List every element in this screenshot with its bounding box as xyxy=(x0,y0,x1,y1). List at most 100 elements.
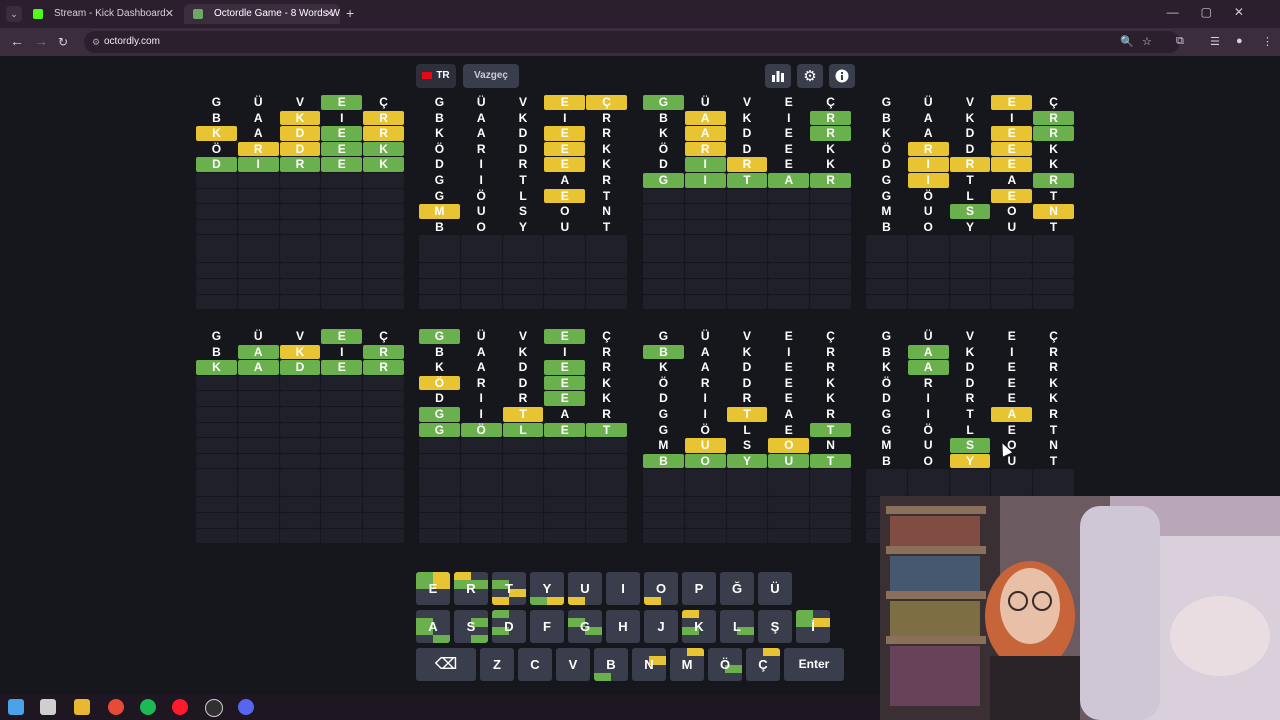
empty-tile xyxy=(321,375,363,391)
key-label: P xyxy=(694,581,704,596)
key-ö[interactable]: Ö xyxy=(708,648,742,681)
key-u[interactable]: U xyxy=(568,572,602,605)
key-j[interactable]: J xyxy=(644,610,678,643)
tab-octordle[interactable]: Octordle Game - 8 Words Word ✕ xyxy=(184,4,340,24)
key-ş[interactable]: Ş xyxy=(758,610,792,643)
key-v[interactable]: V xyxy=(556,648,590,681)
letter-tile: E xyxy=(784,157,793,172)
empty-tile xyxy=(279,235,321,263)
tab-search-icon[interactable]: ⌄ xyxy=(6,6,22,22)
empty-tile xyxy=(237,294,279,310)
guess-row: GÜVEÇ xyxy=(419,95,627,111)
empty-tile xyxy=(643,528,684,544)
zoom-icon[interactable]: 🔍 xyxy=(1120,35,1134,48)
key-h[interactable]: H xyxy=(606,610,640,643)
empty-tile xyxy=(237,375,279,391)
url-field[interactable]: ⚙ octordly.com xyxy=(84,31,1180,53)
key-label: U xyxy=(580,581,590,596)
key-label: I xyxy=(621,581,625,596)
key-i̇[interactable]: İ xyxy=(796,610,830,643)
key-p[interactable]: P xyxy=(682,572,716,605)
close-tab-icon[interactable]: ✕ xyxy=(325,4,334,24)
key-c[interactable]: C xyxy=(518,648,552,681)
settings-button[interactable]: ⚙ xyxy=(797,64,823,88)
guess-row: GÜVEÇ xyxy=(643,95,851,111)
key-z[interactable]: Z xyxy=(480,648,514,681)
empty-tile xyxy=(460,469,502,497)
board-7: GÜVEÇBAKIRKADERÖRDEKDIREKGITARGÖLETMUSON… xyxy=(643,329,851,544)
discord-icon[interactable] xyxy=(238,699,254,715)
guess-row: GITAR xyxy=(643,172,851,189)
empty-tile xyxy=(991,278,1033,294)
info-button[interactable] xyxy=(829,64,855,88)
enter-key[interactable]: Enter xyxy=(784,648,844,681)
back-icon[interactable]: ← xyxy=(10,33,24,49)
key-o[interactable]: O xyxy=(644,572,678,605)
key-e[interactable]: E xyxy=(416,572,450,605)
letter-tile: G xyxy=(419,422,460,438)
guess-row xyxy=(643,204,851,220)
empty-tile xyxy=(810,497,851,512)
guess-row: BAKIR xyxy=(866,344,1074,361)
letter-tile: I xyxy=(703,406,707,421)
windows-start-icon[interactable] xyxy=(8,699,24,715)
letter-tile: D xyxy=(435,391,444,406)
key-m[interactable]: M xyxy=(670,648,704,681)
key-r[interactable]: R xyxy=(454,572,488,605)
extensions-icon[interactable]: ⧉ xyxy=(1176,35,1184,48)
empty-tile xyxy=(643,188,684,204)
key-s[interactable]: S xyxy=(454,610,488,643)
guess-row: GÜVEÇ xyxy=(866,329,1074,345)
letter-tile: B xyxy=(882,344,891,359)
forward-icon[interactable]: → xyxy=(34,33,48,49)
key-ü[interactable]: Ü xyxy=(758,572,792,605)
reading-list-icon[interactable]: ☰ xyxy=(1210,35,1220,48)
key-n[interactable]: N xyxy=(632,648,666,681)
letter-tile: D xyxy=(742,360,752,375)
spotify-icon[interactable] xyxy=(140,699,156,715)
give-up-button[interactable]: Vazgeç xyxy=(463,64,519,88)
new-tab-icon[interactable]: + xyxy=(346,5,354,21)
key-d[interactable]: D xyxy=(492,610,526,643)
reload-icon[interactable]: ↻ xyxy=(58,35,68,49)
key-i[interactable]: I xyxy=(606,572,640,605)
empty-tile xyxy=(279,188,321,204)
empty-tile xyxy=(363,512,404,528)
window-controls[interactable]: —▢✕ xyxy=(1167,5,1266,19)
profile-avatar[interactable]: ● xyxy=(1236,35,1243,47)
guess-row xyxy=(419,469,627,497)
guess-row: GÜVEÇ xyxy=(196,95,404,111)
key-k[interactable]: K xyxy=(682,610,716,643)
opera-icon[interactable] xyxy=(172,699,188,715)
key-f[interactable]: F xyxy=(530,610,564,643)
letter-tile: K xyxy=(965,110,975,125)
key-ç[interactable]: Ç xyxy=(746,648,780,681)
key-g[interactable]: G xyxy=(568,610,602,643)
empty-tile xyxy=(279,422,321,438)
tab-kick-dashboard[interactable]: Stream - Kick Dashboard ✕ xyxy=(24,4,180,24)
obs-icon[interactable] xyxy=(205,699,223,717)
bookmark-star-icon[interactable]: ☆ xyxy=(1142,35,1152,48)
empty-tile xyxy=(363,235,404,263)
file-explorer-icon[interactable] xyxy=(74,699,90,715)
empty-tile xyxy=(321,406,363,422)
backspace-key[interactable]: ⌫ xyxy=(416,648,476,681)
empty-tile xyxy=(726,219,768,235)
key-ğ[interactable]: Ğ xyxy=(720,572,754,605)
key-a[interactable]: A xyxy=(416,610,450,643)
site-info-icon[interactable]: ⚙ xyxy=(92,31,100,53)
key-l[interactable]: L xyxy=(720,610,754,643)
key-b[interactable]: B xyxy=(594,648,628,681)
close-tab-icon[interactable]: ✕ xyxy=(165,4,174,24)
task-view-icon[interactable] xyxy=(40,699,56,715)
chrome-icon[interactable] xyxy=(108,699,124,715)
key-y[interactable]: Y xyxy=(530,572,564,605)
guess-row xyxy=(866,294,1074,311)
board-status-mark xyxy=(763,648,780,657)
empty-tile xyxy=(949,263,991,278)
language-button[interactable]: TR xyxy=(416,64,456,88)
stats-button[interactable] xyxy=(765,64,791,88)
menu-dots-icon[interactable]: ⋮ xyxy=(1262,35,1273,48)
key-t[interactable]: T xyxy=(492,572,526,605)
guess-row xyxy=(196,219,404,236)
